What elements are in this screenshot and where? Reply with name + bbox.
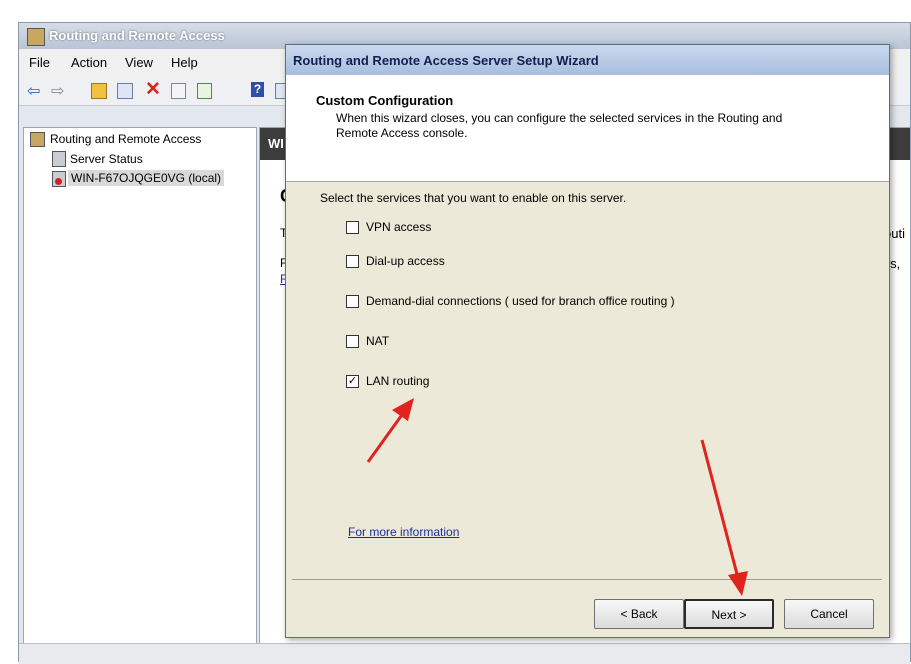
back-button[interactable]: < Back xyxy=(594,599,684,629)
console-tree: Routing and Remote Access Server Status … xyxy=(23,127,257,644)
vpn-access-checkbox[interactable] xyxy=(346,221,359,234)
refresh-icon[interactable] xyxy=(197,83,212,99)
dialup-access-checkbox[interactable] xyxy=(346,255,359,268)
status-bar xyxy=(19,643,910,664)
next-button[interactable]: Next > xyxy=(684,599,774,629)
forward-arrow-icon[interactable]: ⇨ xyxy=(51,81,69,100)
tree-item-routing[interactable]: Routing and Remote Access xyxy=(50,132,201,146)
show-hide-tree-icon[interactable] xyxy=(117,83,133,99)
back-arrow-icon[interactable]: ⇦ xyxy=(27,81,45,100)
demand-dial-checkbox[interactable] xyxy=(346,295,359,308)
results-header-text: WI xyxy=(268,136,284,151)
more-information-link[interactable]: For more information xyxy=(348,525,459,539)
server-stopped-icon xyxy=(52,171,66,187)
wizard-header-description: When this wizard closes, you can configu… xyxy=(336,111,783,140)
menu-file[interactable]: File xyxy=(29,55,50,70)
lan-routing-checkbox[interactable]: ✓ xyxy=(346,375,359,388)
wizard-title: Routing and Remote Access Server Setup W… xyxy=(293,53,599,68)
properties-icon[interactable] xyxy=(171,83,186,99)
vpn-access-label[interactable]: VPN access xyxy=(366,220,431,234)
nat-checkbox[interactable] xyxy=(346,335,359,348)
setup-wizard-dialog: Routing and Remote Access Server Setup W… xyxy=(285,44,890,638)
routing-server-icon xyxy=(30,132,45,147)
footer-divider xyxy=(292,579,882,580)
console-title: Routing and Remote Access xyxy=(49,28,225,43)
wizard-header-title: Custom Configuration xyxy=(316,93,454,108)
tree-item-server-status[interactable]: Server Status xyxy=(70,152,143,166)
menu-view[interactable]: View xyxy=(125,55,153,70)
server-status-icon xyxy=(52,151,66,167)
demand-dial-label[interactable]: Demand-dial connections ( used for branc… xyxy=(366,294,675,308)
up-folder-icon[interactable] xyxy=(91,83,107,99)
delete-icon[interactable]: ✕ xyxy=(145,78,163,100)
nat-label[interactable]: NAT xyxy=(366,334,389,348)
wizard-header: Custom Configuration When this wizard cl… xyxy=(286,75,889,182)
tree-item-local-server[interactable]: WIN-F67OJQGE0VG (local) xyxy=(68,170,225,186)
cancel-button[interactable]: Cancel xyxy=(784,599,874,629)
menu-action[interactable]: Action xyxy=(71,55,107,70)
dialup-access-label[interactable]: Dial-up access xyxy=(366,254,445,268)
help-icon[interactable]: ? xyxy=(251,82,264,97)
services-prompt: Select the services that you want to ena… xyxy=(320,191,627,205)
routing-icon xyxy=(27,28,45,46)
menu-help[interactable]: Help xyxy=(171,55,198,70)
lan-routing-label[interactable]: LAN routing xyxy=(366,374,429,388)
wizard-titlebar[interactable]: Routing and Remote Access Server Setup W… xyxy=(286,45,889,75)
